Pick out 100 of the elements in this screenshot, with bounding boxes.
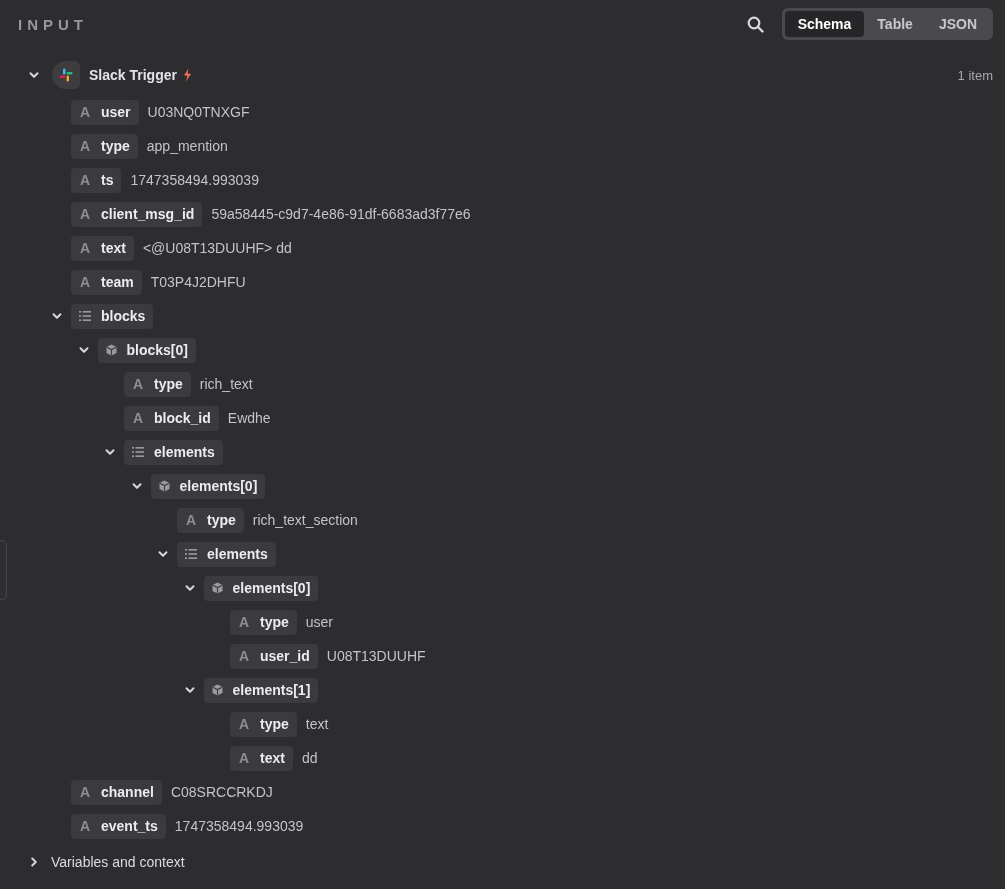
string-type-icon: A (79, 240, 91, 256)
hash-logo-icon (59, 68, 73, 82)
string-type-icon: A (79, 206, 91, 222)
item-count: 1 item (957, 67, 993, 83)
search-icon[interactable] (746, 15, 764, 33)
string-type-icon: A (79, 138, 91, 154)
string-type-icon: A (79, 784, 91, 800)
field-key: ts (101, 172, 114, 188)
field-key-pill[interactable]: A user_id (230, 643, 318, 669)
string-type-icon: A (238, 648, 250, 664)
chevron-down-icon[interactable] (157, 548, 169, 560)
field-key: elements (207, 546, 268, 562)
string-type-icon: A (185, 512, 197, 528)
chevron-down-icon[interactable] (183, 582, 196, 594)
field-key: blocks (101, 308, 146, 324)
field-key-pill[interactable]: blocks[0] (97, 337, 196, 363)
string-type-icon: A (79, 172, 91, 188)
field-value: 59a58445-c9d7-4e86-91df-6683ad3f77e6 (211, 206, 471, 222)
panel-title: INPUT (18, 15, 89, 33)
field-value: U03NQ0TNXGF (147, 104, 250, 120)
view-tab[interactable]: Schema (784, 11, 865, 37)
field-value: C08SRCCRKDJ (170, 784, 273, 800)
field-key: text (260, 750, 285, 766)
node-title: Slack Trigger (89, 67, 177, 83)
field-key: channel (101, 784, 154, 800)
field-key-pill[interactable]: A channel (71, 779, 162, 805)
field-key: elements (154, 444, 215, 460)
view-tab[interactable]: JSON (925, 11, 990, 37)
string-type-icon: A (79, 104, 91, 120)
field-key: block_id (154, 410, 211, 426)
field-value: 1747358494.993039 (130, 172, 259, 188)
field-key-pill[interactable]: A type (71, 133, 138, 159)
cube-icon (211, 684, 223, 696)
chevron-down-icon[interactable] (51, 310, 63, 322)
view-tab[interactable]: Table (864, 11, 926, 37)
field-key: blocks[0] (126, 342, 188, 358)
string-type-icon: A (238, 716, 250, 732)
field-key: elements[1] (232, 682, 311, 698)
chevron-down-icon[interactable] (77, 344, 90, 356)
string-type-icon: A (79, 818, 91, 834)
field-key-pill[interactable]: A type (230, 711, 297, 737)
field-key: type (260, 614, 289, 630)
field-value: text (305, 716, 329, 732)
field-key: type (101, 138, 130, 154)
field-value: user (305, 614, 334, 630)
field-key-pill[interactable]: A block_id (124, 405, 219, 431)
field-key-pill[interactable]: A text (71, 235, 134, 261)
field-key: elements[0] (179, 478, 258, 494)
chevron-down-icon[interactable] (104, 446, 116, 458)
string-type-icon: A (132, 376, 144, 392)
field-key-pill[interactable]: blocks (71, 303, 154, 329)
string-type-icon: A (79, 274, 91, 290)
field-key-pill[interactable]: A ts (71, 167, 122, 193)
field-key-pill[interactable]: A event_ts (71, 813, 166, 839)
field-key-pill[interactable]: elements (124, 439, 223, 465)
field-value: rich_text_section (252, 512, 358, 528)
field-key: type (154, 376, 183, 392)
field-key: user (101, 104, 131, 120)
field-key-pill[interactable]: A user (71, 99, 139, 125)
field-value: U08T13DUUHF (326, 648, 426, 664)
string-type-icon: A (132, 410, 144, 426)
string-type-icon: A (238, 750, 250, 766)
section-toggle[interactable]: Variables and context (51, 854, 185, 870)
field-key: elements[0] (232, 580, 311, 596)
chevron-down-icon[interactable] (28, 69, 40, 81)
field-key-pill[interactable]: A text (230, 745, 293, 771)
field-key-pill[interactable]: A type (177, 507, 244, 533)
field-value: rich_text (199, 376, 253, 392)
field-key: type (260, 716, 289, 732)
field-key-pill[interactable]: elements (177, 541, 276, 567)
chevron-down-icon[interactable] (183, 684, 196, 696)
field-key-pill[interactable]: A client_msg_id (71, 201, 203, 227)
cube-icon (105, 344, 117, 356)
list-icon (185, 549, 197, 559)
field-key-pill[interactable]: A team (71, 269, 142, 295)
field-key-pill[interactable]: A type (230, 609, 297, 635)
field-value: app_mention (146, 138, 228, 154)
field-key: user_id (260, 648, 310, 664)
field-key: event_ts (101, 818, 158, 834)
lightning-icon (182, 68, 192, 82)
field-value: Ewdhe (227, 410, 271, 426)
field-key: team (101, 274, 134, 290)
field-key-pill[interactable]: elements[0] (150, 473, 266, 499)
cube-icon (211, 582, 223, 594)
field-key-pill[interactable]: elements[0] (203, 575, 319, 601)
field-value: <@U08T13DUUHF> dd (142, 240, 292, 256)
string-type-icon: A (238, 614, 250, 630)
field-key-pill[interactable]: elements[1] (203, 677, 319, 703)
field-value: T03P4J2DHFU (150, 274, 246, 290)
field-key: text (101, 240, 126, 256)
field-key-pill[interactable]: A type (124, 371, 191, 397)
cube-icon (158, 480, 170, 492)
list-icon (132, 447, 144, 457)
field-key: client_msg_id (101, 206, 195, 222)
chevron-down-icon[interactable] (130, 480, 143, 492)
field-value: 1747358494.993039 (174, 818, 304, 834)
chevron-right-icon[interactable] (28, 856, 40, 868)
list-icon (79, 311, 91, 321)
field-value: dd (301, 750, 318, 766)
field-key: type (207, 512, 236, 528)
